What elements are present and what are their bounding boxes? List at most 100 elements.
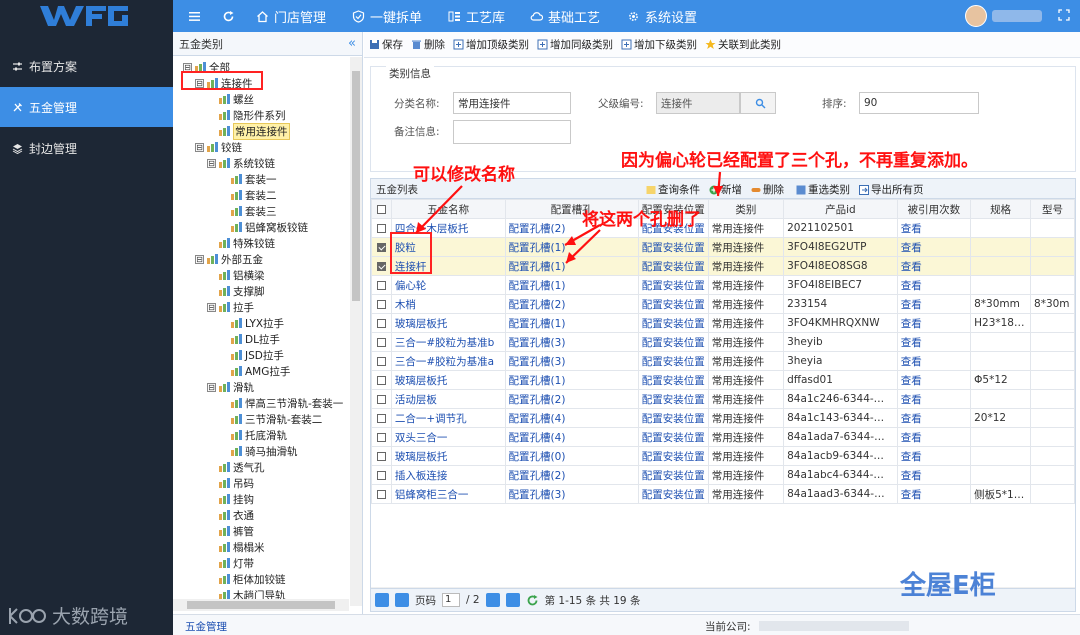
cell-slot[interactable]: 配置孔槽(4) — [504, 408, 639, 428]
cell-pos[interactable]: 配置安装位置 — [637, 389, 709, 409]
cell-name[interactable]: 玻璃层板托 — [390, 313, 506, 333]
cell-slot[interactable]: 配置孔槽(1) — [504, 237, 639, 257]
cell-pos[interactable]: 配置安装位置 — [637, 294, 709, 314]
row-checkbox-cell[interactable] — [371, 484, 392, 504]
cell-pos[interactable]: 配置安装位置 — [637, 427, 709, 447]
first-page-button[interactable] — [375, 593, 389, 607]
cell-ref[interactable]: 查看 — [896, 332, 972, 352]
cell-slot[interactable]: 配置孔槽(1) — [504, 313, 639, 333]
row-checkbox-cell[interactable] — [371, 275, 392, 295]
tree-node[interactable]: ⊟ 滑轨 — [207, 379, 254, 395]
tree-node[interactable]: 托底滑轨 — [219, 427, 287, 443]
cell-name[interactable]: 铝蜂窝柜三合一 — [390, 484, 506, 504]
column-header[interactable] — [371, 199, 392, 219]
tree-node[interactable]: ⊟ 拉手 — [207, 299, 254, 315]
menu-toggle-icon[interactable] — [188, 0, 201, 32]
tree-toggle-icon[interactable]: ⊟ — [195, 254, 204, 264]
tree-vertical-scrollbar[interactable] — [350, 57, 362, 606]
parent-search-button[interactable] — [740, 92, 776, 114]
next-page-button[interactable] — [485, 593, 500, 607]
table-row[interactable]: 木梢 配置孔槽(2) 配置安装位置 常用连接件 233154 查看 8*30mm 8*30m — [371, 294, 1075, 314]
sidebar-item-layout-plan[interactable]: 布置方案 — [0, 46, 173, 86]
nav-basic-process[interactable]: 基础工艺 — [530, 0, 600, 32]
cell-ref[interactable]: 查看 — [896, 484, 972, 504]
cell-ref[interactable]: 查看 — [896, 446, 972, 466]
row-checkbox[interactable] — [376, 375, 386, 385]
cell-name[interactable]: 玻璃层板托 — [390, 370, 506, 390]
reselect-category-button[interactable]: 重选类别 — [796, 182, 850, 197]
cell-name[interactable]: 木梢 — [390, 294, 506, 314]
table-row[interactable]: 玻璃层板托 配置孔槽(0) 配置安装位置 常用连接件 84a1acb9-6344-… 查看 — [371, 446, 1075, 466]
cell-ref[interactable]: 查看 — [896, 427, 972, 447]
table-row[interactable]: 玻璃层板托 配置孔槽(1) 配置安装位置 常用连接件 3FO4KMHRQXNW 查看 H23… — [371, 313, 1075, 333]
cell-ref[interactable]: 查看 — [896, 275, 972, 295]
cell-pos[interactable]: 配置安装位置 — [637, 370, 709, 390]
tree-node[interactable]: 透气孔 — [207, 459, 265, 475]
row-checkbox-cell[interactable] — [371, 218, 392, 238]
cell-slot[interactable]: 配置孔槽(3) — [504, 351, 639, 371]
collapse-icon[interactable]: « — [348, 36, 356, 51]
row-checkbox-cell[interactable] — [371, 446, 392, 466]
tree-node[interactable]: 吊码 — [207, 475, 254, 491]
tree-node[interactable]: 挂钩 — [207, 491, 254, 507]
cell-slot[interactable]: 配置孔槽(2) — [504, 294, 639, 314]
tree-node[interactable]: 裤管 — [207, 523, 254, 539]
cell-pos[interactable]: 配置安装位置 — [637, 332, 709, 352]
tree-horizontal-scrollbar[interactable] — [173, 599, 349, 611]
row-checkbox-cell[interactable] — [371, 256, 392, 276]
last-page-button[interactable] — [505, 593, 520, 607]
status-module[interactable]: 五金管理 — [185, 619, 227, 634]
nav-process-library[interactable]: 工艺库 — [448, 0, 505, 32]
tree-node[interactable]: 特殊铰链 — [207, 235, 275, 251]
row-checkbox[interactable] — [376, 318, 386, 328]
row-checkbox-cell[interactable] — [371, 351, 392, 371]
tree-node[interactable]: 悍高三节滑轨-套装一 — [219, 395, 343, 411]
avatar[interactable] — [965, 5, 987, 27]
username-blurred[interactable] — [992, 10, 1042, 22]
row-checkbox-cell[interactable] — [371, 237, 392, 257]
table-row[interactable]: 双头三合一 配置孔槽(4) 配置安装位置 常用连接件 84a1ada7-6344-… 查看 — [371, 427, 1075, 447]
scroll-thumb[interactable] — [352, 71, 360, 301]
row-checkbox-cell[interactable] — [371, 427, 392, 447]
cell-pos[interactable]: 配置安装位置 — [637, 465, 709, 485]
add-child-button[interactable]: 增加下级类别 — [621, 37, 697, 52]
order-input[interactable]: 90 — [859, 92, 979, 114]
row-checkbox[interactable] — [376, 470, 386, 480]
cell-pos[interactable]: 配置安装位置 — [637, 446, 709, 466]
table-row[interactable]: 四合一木层板托 配置孔槽(2) 配置安装位置 常用连接件 2021102501 查看 — [371, 218, 1075, 238]
cell-ref[interactable]: 查看 — [896, 465, 972, 485]
cell-ref[interactable]: 查看 — [896, 351, 972, 371]
nav-store-management[interactable]: 门店管理 — [256, 0, 326, 32]
tree-node[interactable]: 骑马抽滑轨 — [219, 443, 298, 459]
cell-name[interactable]: 偏心轮 — [390, 275, 506, 295]
cell-slot[interactable]: 配置孔槽(2) — [504, 465, 639, 485]
cell-pos[interactable]: 配置安装位置 — [637, 275, 709, 295]
link-category-button[interactable]: 关联到此类别 — [705, 37, 781, 52]
cell-ref[interactable]: 查看 — [896, 256, 972, 276]
tree-node[interactable]: LYX拉手 — [219, 315, 284, 331]
row-checkbox[interactable] — [376, 299, 386, 309]
add-top-category-button[interactable]: 增加顶级类别 — [453, 37, 529, 52]
row-checkbox[interactable] — [376, 432, 386, 442]
cell-ref[interactable]: 查看 — [896, 237, 972, 257]
tree-node[interactable]: JSD拉手 — [219, 347, 284, 363]
select-all-checkbox[interactable] — [376, 204, 386, 214]
add-same-level-button[interactable]: 增加同级类别 — [537, 37, 613, 52]
table-row[interactable]: 玻璃层板托 配置孔槽(1) 配置安装位置 常用连接件 dffasd01 查看 Φ5*12 — [371, 370, 1075, 390]
category-name-input[interactable]: 常用连接件 — [453, 92, 571, 114]
cell-slot[interactable]: 配置孔槽(0) — [504, 446, 639, 466]
cell-ref[interactable]: 查看 — [896, 408, 972, 428]
tree-node[interactable]: 衣通 — [207, 507, 254, 523]
cell-slot[interactable]: 配置孔槽(2) — [504, 389, 639, 409]
refresh-icon[interactable] — [526, 594, 539, 607]
row-checkbox[interactable] — [376, 337, 386, 347]
table-row[interactable]: 活动层板 配置孔槽(2) 配置安装位置 常用连接件 84a1c246-6344-… 查看 — [371, 389, 1075, 409]
cell-ref[interactable]: 查看 — [896, 370, 972, 390]
cell-pos[interactable]: 配置安装位置 — [637, 484, 709, 504]
tree-node[interactable]: 套装一 — [219, 171, 277, 187]
sidebar-item-edge-banding[interactable]: 封边管理 — [0, 128, 173, 168]
tree-node[interactable]: 隐形件系列 — [207, 107, 286, 123]
tree-node[interactable]: DL拉手 — [219, 331, 280, 347]
cell-pos[interactable]: 配置安装位置 — [637, 237, 709, 257]
cell-ref[interactable]: 查看 — [896, 389, 972, 409]
